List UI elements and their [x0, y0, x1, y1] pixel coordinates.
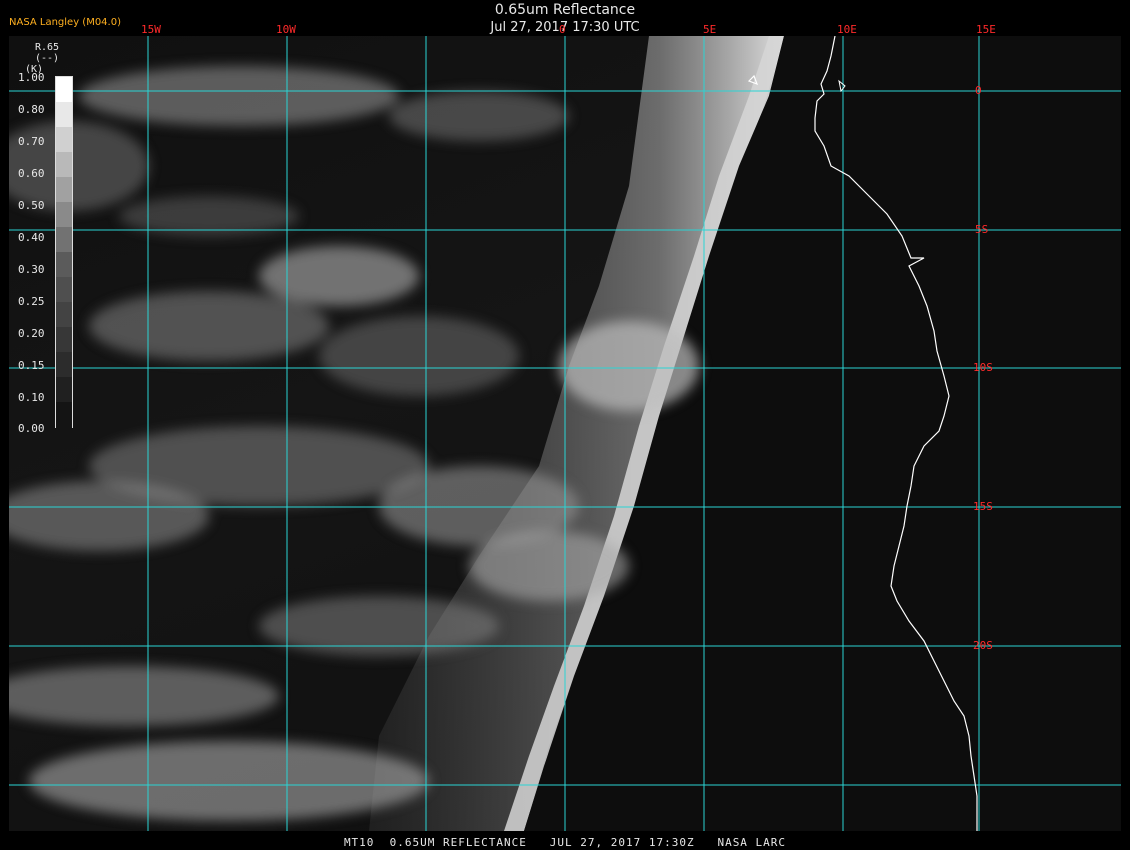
legend-title-var: R.65 — [35, 42, 60, 53]
legend-tick: 0.30 — [18, 263, 45, 276]
legend-swatch — [56, 227, 72, 253]
lon-label-15e: 15E — [976, 23, 996, 36]
footer-caption: MT10 0.65UM REFLECTANCE JUL 27, 2017 17:… — [343, 836, 787, 849]
legend-title-units: (--) — [35, 53, 60, 64]
legend-tick: 0.25 — [18, 295, 45, 308]
legend-swatch — [56, 402, 72, 428]
lon-label-0: 0 — [559, 23, 566, 36]
lat-label-0: 0 — [975, 84, 982, 97]
legend-swatch — [56, 377, 72, 403]
legend-tick: 0.40 — [18, 231, 45, 244]
legend-tick: 0.70 — [18, 135, 45, 148]
map-canvas — [9, 36, 1121, 831]
lon-label-10w: 10W — [276, 23, 296, 36]
lat-label-5s: 5S — [975, 223, 989, 236]
legend-swatch — [56, 252, 72, 278]
legend-swatch — [56, 127, 72, 153]
legend-swatch — [56, 177, 72, 203]
legend-tick: 0.10 — [18, 391, 45, 404]
legend-tick: 0.20 — [18, 327, 45, 340]
lon-label-10e: 10E — [837, 23, 857, 36]
brand-label: NASA Langley (M04.0) — [9, 17, 121, 28]
legend-swatch — [56, 77, 72, 103]
image-title: 0.65um Reflectance — [494, 2, 636, 18]
lat-label-15s: 15S — [973, 500, 993, 513]
lat-label-10s: 10S — [973, 361, 993, 374]
satellite-image — [9, 36, 1121, 831]
legend-tick: 0.50 — [18, 199, 45, 212]
legend-swatch — [56, 277, 72, 303]
color-legend: R.65 (--) (K) 1.00 0.80 0.70 0.60 0.50 0… — [15, 40, 85, 440]
legend-swatch — [56, 302, 72, 328]
lon-label-5e: 5E — [703, 23, 717, 36]
lon-label-15w: 15W — [141, 23, 161, 36]
legend-tick: 0.15 — [18, 359, 45, 372]
legend-tick: 0.60 — [18, 167, 45, 180]
lat-label-20s: 20S — [973, 639, 993, 652]
legend-swatch — [56, 352, 72, 378]
legend-swatch — [56, 152, 72, 178]
legend-tick: 0.80 — [18, 103, 45, 116]
legend-swatch — [56, 327, 72, 353]
legend-colorbar — [55, 76, 73, 428]
legend-tick: 1.00 — [18, 71, 45, 84]
legend-tick: 0.00 — [18, 422, 45, 435]
legend-swatch — [56, 202, 72, 228]
legend-swatch — [56, 102, 72, 128]
